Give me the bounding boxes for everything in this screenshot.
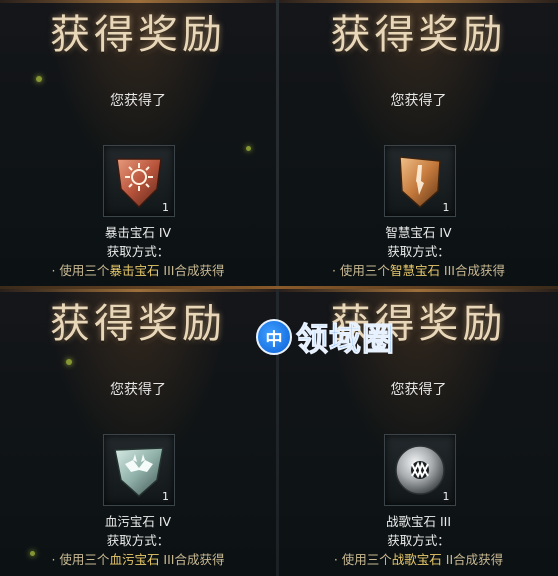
glow-particle <box>30 551 35 556</box>
item-slot[interactable]: 1 <box>383 434 456 506</box>
item-slot[interactable]: 1 <box>103 145 175 217</box>
blood-gem-icon <box>114 447 164 498</box>
you-got-label: 您获得了 <box>390 93 447 109</box>
you-got-label: 您获得了 <box>390 382 447 398</box>
obtain-method-label: 获取方式： <box>387 244 450 259</box>
watermark-logo: 中 领域圈 <box>256 318 395 359</box>
you-got-label: 您获得了 <box>110 382 166 398</box>
method-prefix: · 使用三个 <box>333 552 392 567</box>
gem-name: 暴击宝石 IV <box>104 225 172 240</box>
glow-particle <box>66 359 72 365</box>
item-slot[interactable]: 1 <box>103 434 175 506</box>
sun-rune-gem-icon <box>116 158 162 209</box>
item-count: 1 <box>162 201 169 214</box>
reward-title: 获得奖励 <box>330 12 507 58</box>
item-count: 1 <box>442 201 450 214</box>
method-suffix: II合成获得 <box>441 552 504 567</box>
glow-particle <box>246 146 251 151</box>
method-suffix: III合成获得 <box>439 263 505 278</box>
warsong-gem-icon <box>394 445 445 495</box>
obtain-method-label: 获取方式： <box>387 533 450 548</box>
method-gem-highlight: 智慧宝石 <box>389 263 440 278</box>
reward-screenshot-grid: 获得奖励 您获得了 1 暴击宝石 IV 获取方式： · 使用三个暴击宝石 III… <box>0 0 558 576</box>
obtain-method-text: · 使用三个血污宝石 III合成获得 <box>0 549 276 568</box>
gem-name: 血污宝石 IV <box>104 514 172 529</box>
reward-panel-crit: 获得奖励 您获得了 1 暴击宝石 IV 获取方式： · 使用三个暴击宝石 III… <box>0 0 276 286</box>
method-suffix: III合成获得 <box>159 263 225 278</box>
reward-title: 获得奖励 <box>50 12 226 58</box>
glow-particle <box>36 76 42 82</box>
gem-name: 战歌宝石 III <box>385 514 452 529</box>
method-gem-highlight: 暴击宝石 <box>109 263 160 278</box>
method-gem-highlight: 战歌宝石 <box>391 552 442 567</box>
obtain-method-text: · 使用三个战歌宝石 II合成获得 <box>279 549 558 568</box>
obtain-method-label: 获取方式： <box>106 244 170 259</box>
method-prefix: · 使用三个 <box>51 552 110 567</box>
watermark-icon: 中 <box>256 319 292 355</box>
reward-panel-blood: 获得奖励 您获得了 1 血污宝石 IV 获取方式： · 使用三个血污宝石 III… <box>0 289 276 576</box>
panel-divider-horizontal <box>0 286 558 289</box>
wisdom-gem-icon <box>398 156 441 209</box>
method-prefix: · 使用三个 <box>51 263 110 278</box>
method-gem-highlight: 血污宝石 <box>109 552 160 567</box>
method-suffix: III合成获得 <box>159 552 225 567</box>
method-prefix: · 使用三个 <box>331 263 390 278</box>
you-got-label: 您获得了 <box>110 93 166 109</box>
item-count: 1 <box>162 490 169 503</box>
item-count: 1 <box>442 490 450 503</box>
obtain-method-text: · 使用三个暴击宝石 III合成获得 <box>0 260 276 279</box>
obtain-method-text: · 使用三个智慧宝石 III合成获得 <box>279 260 558 279</box>
watermark-text: 领域圈 <box>295 320 396 359</box>
item-slot[interactable]: 1 <box>383 145 456 217</box>
gem-name: 智慧宝石 IV <box>385 225 452 240</box>
watermark-icon-glyph: 中 <box>265 329 283 350</box>
obtain-method-label: 获取方式： <box>106 533 170 548</box>
reward-panel-wisdom: 获得奖励 您获得了 1 智慧宝石 IV 获取方式： · 使用三个智慧宝石 III… <box>279 0 558 286</box>
reward-title: 获得奖励 <box>50 301 226 347</box>
